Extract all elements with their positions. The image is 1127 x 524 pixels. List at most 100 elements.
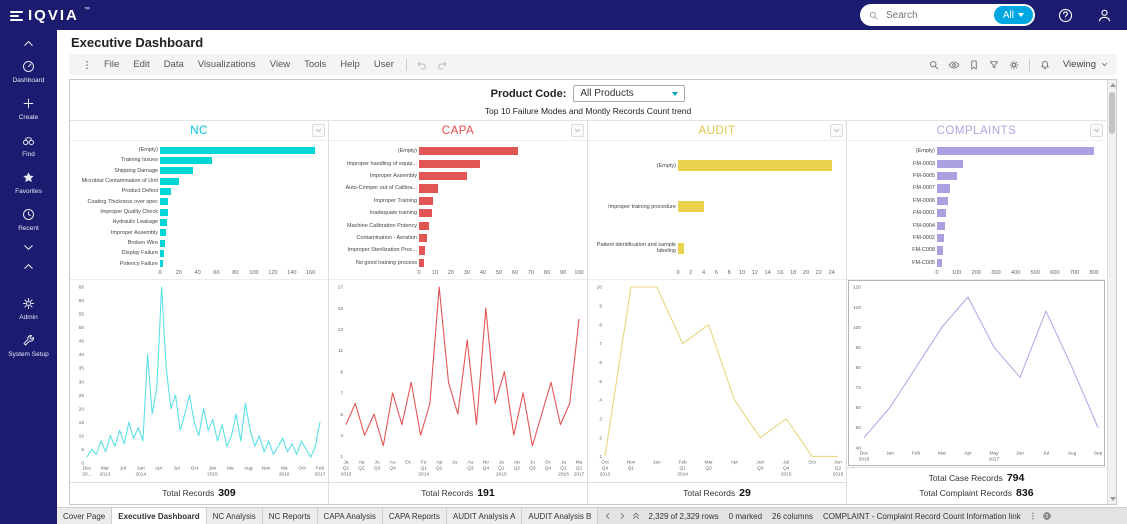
tab-audit-analysis-b[interactable]: AUDIT Analysis B (522, 508, 599, 524)
tab-audit-analysis-a[interactable]: AUDIT Analysis A (446, 508, 523, 524)
bar-row[interactable]: FM-0001 (849, 207, 1098, 219)
tab-executive-dashboard[interactable]: Executive Dashboard (112, 508, 207, 524)
complaint-link-info[interactable]: COMPLAINT - Complaint Record Count Infor… (823, 512, 1021, 521)
tab-capa-analysis[interactable]: CAPA Analysis (317, 508, 383, 524)
bar[interactable] (419, 196, 434, 205)
bar[interactable] (419, 159, 480, 168)
sidebar-item-find[interactable]: Find (21, 133, 36, 158)
bar-row[interactable]: Training Issues (72, 155, 320, 165)
bar-row[interactable]: Patient identification and sample labeli… (590, 228, 838, 269)
bar[interactable] (937, 171, 957, 181)
bar-row[interactable]: Broken Wire (72, 238, 320, 248)
double-chevron-up-icon[interactable] (631, 511, 641, 521)
bar[interactable] (160, 157, 212, 164)
bar[interactable] (937, 246, 943, 255)
bar[interactable] (937, 258, 942, 267)
bar[interactable] (937, 196, 948, 205)
bar-row[interactable]: Coating Thickness over spec (72, 197, 320, 207)
audit-bar-chart[interactable]: (Empty) Improper training procedure Patien… (588, 141, 846, 279)
user-avatar-icon[interactable] (1096, 7, 1113, 24)
bar-row[interactable]: Contamination - Aeration (331, 232, 579, 244)
bar-row[interactable]: (Empty) (72, 145, 320, 155)
bar-row[interactable]: No good training process (331, 257, 579, 269)
search-box[interactable]: All (860, 4, 1035, 26)
bar-row[interactable]: Improper Training (331, 195, 579, 207)
bar[interactable] (678, 201, 704, 213)
bar-row[interactable]: (Empty) (331, 145, 579, 157)
menu-edit[interactable]: Edit (126, 57, 156, 72)
bar-row[interactable]: Improper Quality Check (72, 207, 320, 217)
bar[interactable] (419, 221, 429, 230)
tab-cover-page[interactable]: Cover Page (57, 508, 113, 524)
sidebar-item-create[interactable]: Create (19, 96, 38, 121)
bar[interactable] (160, 260, 163, 268)
complaints-line-chart[interactable]: 40 50 60 70 80 90 100 110 120 Dec 2016 Jan Feb Mar Apr… (847, 279, 1106, 467)
menu-view[interactable]: View (263, 57, 297, 72)
sidebar-item-admin[interactable]: Admin (19, 296, 38, 321)
bar[interactable] (160, 239, 165, 247)
menu-visualizations[interactable]: Visualizations (191, 57, 263, 72)
bar[interactable] (678, 242, 685, 254)
bar-row[interactable]: (Empty) (849, 145, 1098, 157)
viewing-dropdown[interactable]: Viewing (1063, 59, 1109, 70)
bar[interactable] (160, 250, 164, 257)
capa-line-chart[interactable]: 1 3 5 7 9 11 13 15 17 Ja Q1 2013 Ap Q2 Ju Q3 Au Q4 Oc Fe Q1 2… (329, 279, 587, 482)
search-input[interactable] (884, 8, 989, 22)
bar[interactable] (419, 258, 424, 267)
bell-icon[interactable] (1039, 59, 1051, 71)
chevron-left-icon[interactable] (603, 511, 613, 521)
gear-icon[interactable] (1008, 59, 1020, 71)
help-icon[interactable] (1057, 7, 1074, 24)
bar-row[interactable]: Product Defect (72, 186, 320, 196)
bar-row[interactable]: FM-0004 (849, 219, 1098, 231)
funnel-icon[interactable] (988, 59, 1000, 71)
dashboard-scrollbar[interactable] (1107, 80, 1116, 504)
bar-row[interactable]: FM-C008 (849, 244, 1098, 256)
bar-row[interactable]: Potency Failure (72, 259, 320, 269)
sidebar-item-system-setup[interactable]: System Setup (8, 333, 49, 358)
sidebar-collapse[interactable] (21, 36, 36, 51)
bookmark-icon[interactable] (968, 59, 980, 71)
chevron-right-icon[interactable] (617, 511, 627, 521)
bar[interactable] (160, 167, 193, 175)
search-scope-button[interactable]: All (993, 6, 1033, 24)
scroll-up-icon[interactable] (1109, 83, 1116, 87)
nc-line-chart[interactable]: 0 5 10 15 20 25 30 35 40 45 50 55 60 65 Dec 20... Mar 201… (70, 279, 328, 482)
bar[interactable] (419, 147, 519, 156)
bar-row[interactable]: Microbial Contamination of Unit (72, 176, 320, 186)
scrollbar-thumb[interactable] (1109, 92, 1115, 134)
audit-line-chart[interactable]: 1 2 3 4 5 6 7 8 9 10 Oct Q4 2013 Nov Q1 Jan Feb Q1 2014 Mar… (588, 279, 846, 482)
nc-bar-chart[interactable]: (Empty) Training Issues Shipping Damage Mic… (70, 141, 328, 279)
bar[interactable] (160, 146, 316, 154)
bar[interactable] (419, 171, 467, 181)
sidebar-item-recent[interactable]: Recent (18, 207, 39, 232)
panel-menu-icon[interactable] (830, 124, 843, 137)
bar[interactable] (937, 147, 1095, 156)
sidebar-item-dashboard[interactable]: Dashboard (13, 59, 44, 84)
tab-nc-analysis[interactable]: NC Analysis (206, 508, 263, 524)
bar[interactable] (160, 198, 169, 206)
globe-icon[interactable] (1042, 511, 1052, 521)
sidebar-scroll-down[interactable] (21, 240, 36, 255)
bar-row[interactable]: Improper training procedure (590, 186, 838, 227)
bar-row[interactable]: FM-0005 (849, 170, 1098, 182)
redo-icon[interactable] (436, 59, 448, 71)
bar[interactable] (160, 177, 179, 185)
bar[interactable] (419, 246, 426, 255)
panel-menu-icon[interactable] (312, 124, 325, 137)
sidebar-scroll-up[interactable] (21, 259, 36, 274)
bar[interactable] (419, 184, 439, 193)
menu-user[interactable]: User (367, 57, 401, 72)
kebab-icon[interactable] (1028, 511, 1038, 521)
search-icon[interactable] (928, 59, 940, 71)
bar[interactable] (937, 159, 963, 168)
menu-help[interactable]: Help (333, 57, 367, 72)
bar-row[interactable]: FM-0002 (849, 232, 1098, 244)
tab-capa-reports[interactable]: CAPA Reports (382, 508, 447, 524)
scroll-down-icon[interactable] (1109, 497, 1116, 501)
bar-row[interactable]: FM-C005 (849, 257, 1098, 269)
kebab-menu-icon[interactable] (81, 59, 93, 71)
menu-data[interactable]: Data (157, 57, 191, 72)
bar[interactable] (937, 233, 945, 243)
bar-row[interactable]: Improper handling of equip... (331, 157, 579, 169)
